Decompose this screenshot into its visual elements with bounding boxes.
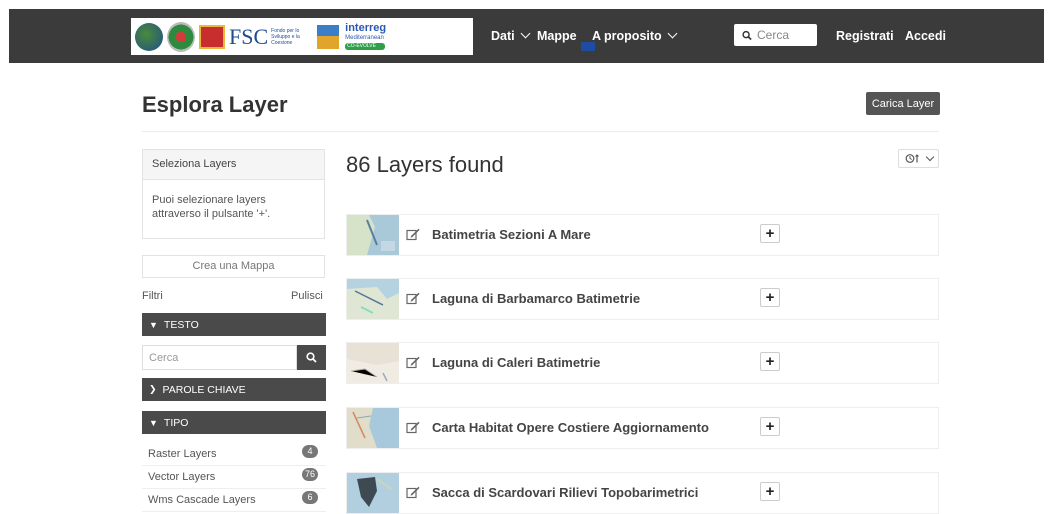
nav-mappe-label: Mappe	[537, 29, 577, 43]
fsc-logo-subtext: Fondo per lo Sviluppo e la Coesione	[271, 27, 300, 46]
region-logo	[135, 22, 163, 52]
type-filter-raster-label: Raster Layers	[148, 448, 217, 460]
edit-icon[interactable]	[406, 421, 420, 434]
select-layers-panel: Seleziona Layers Puoi selezionare layers…	[142, 149, 325, 239]
page-title: Esplora Layer	[142, 92, 288, 117]
edit-icon[interactable]	[406, 228, 420, 241]
edit-icon[interactable]	[406, 356, 420, 369]
register-link[interactable]: Registrati	[836, 29, 894, 43]
text-filter-label: TESTO	[163, 318, 199, 331]
edit-icon[interactable]	[406, 292, 420, 305]
type-count-badge: 6	[302, 491, 318, 504]
add-layer-button[interactable]: +	[760, 417, 780, 436]
search-icon	[306, 352, 317, 363]
nav-a-proposito-label: A proposito	[592, 29, 662, 43]
sort-dropdown[interactable]	[898, 149, 939, 168]
filters-label: Filtri	[142, 290, 163, 302]
coevolve-label: CO-EVOLVE	[345, 43, 386, 50]
type-filter-raster[interactable]: Raster Layers 4	[142, 443, 326, 466]
type-filter-wms-cascade[interactable]: Wms Cascade Layers 6	[142, 489, 326, 512]
italian-republic-emblem	[167, 21, 195, 52]
nav-a-proposito[interactable]: A proposito	[592, 28, 678, 43]
nav-search[interactable]	[734, 24, 817, 46]
text-filter-search	[142, 345, 326, 370]
add-layer-button[interactable]: +	[760, 482, 780, 501]
layer-card[interactable]: Sacca di Scardovari Rilievi Topobarimetr…	[346, 472, 939, 514]
edit-icon[interactable]	[406, 486, 420, 499]
text-filter-search-button[interactable]	[297, 345, 326, 370]
plus-icon: +	[765, 225, 775, 242]
interreg-subtitle: Mediterranean	[345, 35, 384, 41]
login-link[interactable]: Accedi	[905, 29, 946, 43]
select-layers-title: Seleziona Layers	[143, 150, 324, 180]
layer-title[interactable]: Laguna di Caleri Batimetrie	[432, 355, 600, 370]
fsc-logo: FSC	[229, 23, 269, 49]
chevron-down-icon	[667, 28, 678, 39]
add-layer-button[interactable]: +	[760, 224, 780, 243]
type-filter-vector[interactable]: Vector Layers 76	[142, 466, 326, 489]
layer-thumbnail[interactable]	[347, 408, 399, 448]
layer-title[interactable]: Carta Habitat Opere Costiere Aggiornamen…	[432, 420, 709, 435]
veneto-logo	[199, 22, 225, 52]
plus-icon: +	[765, 289, 775, 306]
search-icon	[742, 30, 752, 40]
top-navbar: FSC Fondo per lo Sviluppo e la Coesione …	[0, 0, 1063, 63]
chevron-down-icon	[520, 28, 531, 39]
plus-icon: +	[765, 353, 775, 370]
eu-flag-icon	[581, 42, 595, 51]
nav-dati[interactable]: Dati	[491, 28, 531, 43]
layer-card[interactable]: Carta Habitat Opere Costiere Aggiornamen…	[346, 407, 939, 449]
type-count-badge: 4	[302, 445, 318, 458]
type-count-badge: 76	[302, 468, 318, 481]
nav-mappe[interactable]: Mappe	[537, 29, 577, 43]
upload-layer-button[interactable]: Carica Layer	[866, 92, 940, 115]
layer-title[interactable]: Batimetria Sezioni A Mare	[432, 227, 591, 242]
chevron-down-icon: ▼	[149, 417, 158, 428]
layer-thumbnail[interactable]	[347, 473, 399, 513]
results-count: 86 Layers found	[346, 152, 504, 177]
layer-title[interactable]: Laguna di Barbamarco Batimetrie	[432, 291, 640, 306]
text-filter-input[interactable]	[142, 345, 297, 370]
text-filter-header[interactable]: ▼ TESTO	[142, 313, 326, 336]
add-layer-button[interactable]: +	[760, 288, 780, 307]
layer-card[interactable]: Batimetria Sezioni A Mare +	[346, 214, 939, 256]
chevron-right-icon: ❯	[149, 384, 157, 394]
layer-thumbnail[interactable]	[347, 279, 399, 319]
eu-flags-logo	[317, 24, 340, 49]
keywords-filter-header[interactable]: ❯ PAROLE CHIAVE	[142, 378, 326, 401]
layer-card[interactable]: Laguna di Barbamarco Batimetrie +	[346, 278, 939, 320]
layer-title[interactable]: Sacca di Scardovari Rilievi Topobarimetr…	[432, 485, 698, 500]
header-divider	[142, 131, 939, 132]
type-filter-wms-cascade-label: Wms Cascade Layers	[148, 494, 256, 506]
plus-icon: +	[765, 483, 775, 500]
nav-search-input[interactable]	[757, 28, 817, 42]
layer-thumbnail[interactable]	[347, 215, 399, 255]
type-filter-header[interactable]: ▼ TIPO	[142, 411, 326, 434]
interreg-logo: interreg Mediterranean CO-EVOLVE	[345, 23, 386, 50]
plus-icon: +	[765, 418, 775, 435]
keywords-filter-label: PAROLE CHIAVE	[162, 383, 246, 396]
type-filter-vector-label: Vector Layers	[148, 471, 216, 483]
clear-filters-link[interactable]: Pulisci	[291, 290, 323, 302]
layer-card[interactable]: Laguna di Caleri Batimetrie +	[346, 342, 939, 384]
interreg-title: interreg	[345, 22, 387, 34]
chevron-down-icon	[925, 152, 934, 161]
layer-thumbnail[interactable]	[347, 343, 399, 383]
chevron-down-icon: ▼	[149, 319, 158, 330]
logo-strip[interactable]: FSC Fondo per lo Sviluppo e la Coesione …	[131, 18, 595, 55]
create-map-button[interactable]: Crea una Mappa	[142, 255, 325, 278]
nav-dati-label: Dati	[491, 29, 515, 43]
add-layer-button[interactable]: +	[760, 352, 780, 371]
select-layers-text: Puoi selezionare layers attraverso il pu…	[152, 194, 271, 220]
type-filter-label: TIPO	[163, 416, 189, 429]
sort-icon	[905, 154, 919, 163]
